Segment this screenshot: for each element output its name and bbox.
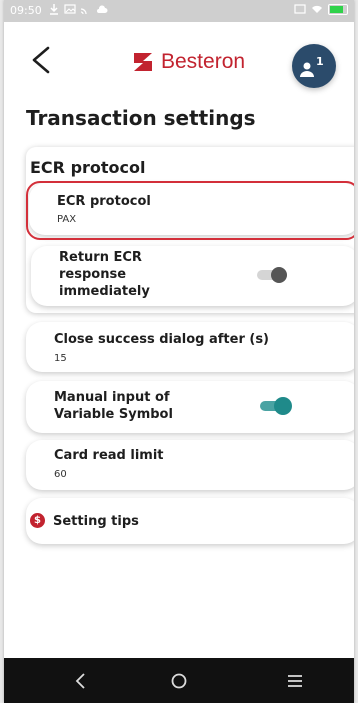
nav-back-icon[interactable] [68, 668, 94, 694]
setting-label: Return ECR response immediately [59, 250, 150, 299]
highlight-outline [26, 181, 354, 240]
navigation-bar [4, 658, 354, 703]
cloud-icon [97, 5, 108, 13]
card-read-limit-setting[interactable]: Card read limit 60 [26, 440, 354, 490]
wifi-icon [312, 5, 322, 13]
download-icon [50, 4, 58, 15]
notification-count: 1 [316, 55, 324, 68]
status-icons-left [48, 3, 108, 15]
besteron-logo-icon [134, 53, 152, 71]
screen-cast-icon [294, 4, 306, 14]
setting-tips-item[interactable]: $ Setting tips [26, 498, 354, 544]
avatar[interactable]: 1 [292, 44, 336, 88]
nav-menu-icon[interactable] [282, 668, 308, 694]
nav-home-icon[interactable] [166, 668, 192, 694]
status-icons-right [294, 3, 348, 15]
group-title: ECR protocol [30, 158, 146, 177]
brand-logo: Besteron [132, 50, 245, 74]
manual-input-toggle[interactable] [260, 397, 296, 415]
dollar-icon: $ [30, 513, 45, 528]
status-time: 09:50 [10, 4, 42, 17]
close-success-dialog-setting[interactable]: Close success dialog after (s) 15 [26, 322, 354, 372]
return-ecr-response-toggle[interactable] [257, 267, 293, 283]
person-icon [300, 62, 314, 77]
status-bar: 09:50 [4, 0, 354, 22]
setting-label: Setting tips [53, 514, 139, 529]
setting-label: Manual input of Variable Symbol [54, 390, 173, 422]
image-icon [64, 4, 76, 14]
brand-name: Besteron [161, 50, 246, 73]
toggle-thumb [271, 267, 287, 283]
setting-label: Close success dialog after (s) [54, 332, 270, 347]
return-ecr-response-setting[interactable]: Return ECR response immediately [31, 246, 354, 306]
battery-icon [328, 3, 348, 15]
app-frame: 09:50 Besteron 1 Transaction settings EC… [4, 0, 354, 703]
setting-label: Card read limit [54, 448, 164, 463]
toggle-thumb [274, 397, 292, 415]
setting-value: 15 [54, 353, 67, 364]
back-arrow-icon[interactable] [28, 42, 58, 78]
setting-value: 60 [54, 469, 67, 480]
cast-icon [80, 8, 87, 15]
page-title: Transaction settings [26, 106, 256, 130]
manual-input-setting[interactable]: Manual input of Variable Symbol [26, 381, 354, 433]
